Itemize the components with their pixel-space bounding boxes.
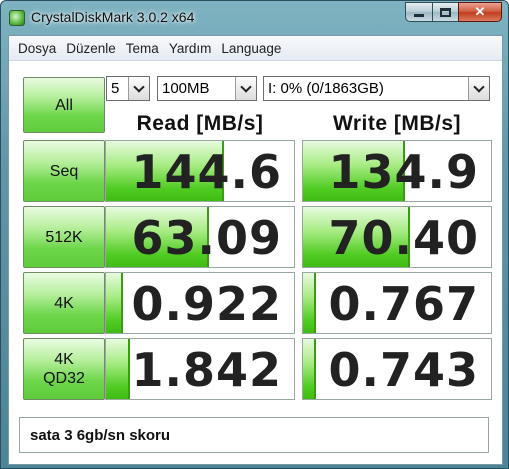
512k-write-value: 70.40	[328, 211, 479, 265]
window-frame: CrystalDiskMark 3.0.2 x64 ✕ Dosya Düzenl…	[0, 0, 509, 469]
4k-button-label: 4K	[54, 294, 74, 312]
minimize-icon	[414, 13, 424, 17]
close-icon: ✕	[474, 4, 486, 19]
menu-language[interactable]: Language	[216, 41, 286, 56]
chevron-down-icon	[468, 77, 489, 100]
512k-button-label: 512K	[45, 228, 83, 246]
size-select-value: 100MB	[162, 80, 210, 97]
app-icon	[9, 10, 25, 26]
title-bar[interactable]: CrystalDiskMark 3.0.2 x64 ✕	[1, 1, 508, 35]
menu-dosya[interactable]: Dosya	[13, 41, 61, 56]
comment-text: sata 3 6gb/sn skoru	[30, 426, 171, 444]
window-title: CrystalDiskMark 3.0.2 x64	[31, 9, 195, 25]
minimize-button[interactable]	[405, 2, 432, 22]
512k-write-cell: 70.40	[302, 206, 492, 268]
512k-button[interactable]: 512K	[23, 206, 105, 268]
menu-yardim[interactable]: Yardım	[164, 41, 217, 56]
4k-qd32-write-bar	[303, 339, 317, 399]
seq-write-value: 134.9	[328, 145, 479, 199]
4k-qd32-write-value: 0.743	[328, 343, 479, 397]
drive-select-value: I: 0% (0/1863GB)	[268, 80, 384, 97]
4k-button[interactable]: 4K	[23, 272, 105, 334]
4k-read-cell: 0.922	[105, 272, 295, 334]
4k-read-value: 0.922	[131, 277, 282, 331]
4k-read-bar	[106, 273, 123, 333]
4k-write-value: 0.767	[328, 277, 479, 331]
caption-buttons: ✕	[405, 2, 502, 22]
chevron-down-icon	[128, 77, 149, 100]
drive-select[interactable]: I: 0% (0/1863GB)	[263, 76, 490, 101]
count-select-value: 5	[111, 80, 120, 97]
4k-qd32-read-value: 1.842	[131, 343, 282, 397]
4k-qd32-read-cell: 1.842	[105, 338, 295, 400]
menu-duzenle[interactable]: Düzenle	[61, 41, 121, 56]
4k-write-bar	[303, 273, 317, 333]
maximize-icon	[440, 7, 451, 17]
512k-read-value: 63.09	[131, 211, 282, 265]
seq-read-cell: 144.6	[105, 140, 295, 202]
all-button-label: All	[55, 96, 73, 114]
close-button[interactable]: ✕	[458, 2, 502, 22]
read-header: Read [MB/s]	[136, 112, 264, 135]
seq-write-cell: 134.9	[302, 140, 492, 202]
benchmark-panel: All 5 100MB I: 0% (0/1863GB) Read [MB/s]…	[9, 62, 502, 464]
size-select[interactable]: 100MB	[157, 76, 257, 101]
count-select[interactable]: 5	[106, 76, 150, 101]
menu-bar: Dosya Düzenle Tema Yardım Language	[9, 36, 502, 61]
512k-read-cell: 63.09	[105, 206, 295, 268]
comment-field[interactable]: sata 3 6gb/sn skoru	[19, 417, 489, 453]
write-header: Write [MB/s]	[332, 112, 462, 135]
maximize-button[interactable]	[432, 2, 458, 22]
4k-write-cell: 0.767	[302, 272, 492, 334]
4k-qd32-write-cell: 0.743	[302, 338, 492, 400]
all-button[interactable]: All	[23, 77, 105, 133]
client-area: Dosya Düzenle Tema Yardım Language All 5…	[8, 35, 503, 465]
menu-tema[interactable]: Tema	[121, 41, 164, 56]
4k-qd32-read-bar	[106, 339, 131, 399]
4k-qd32-button-label: 4K QD32	[43, 351, 85, 387]
seq-button[interactable]: Seq	[23, 140, 105, 202]
seq-read-value: 144.6	[131, 145, 282, 199]
4k-qd32-button[interactable]: 4K QD32	[23, 338, 105, 400]
seq-button-label: Seq	[49, 162, 79, 180]
chevron-down-icon	[235, 77, 256, 100]
